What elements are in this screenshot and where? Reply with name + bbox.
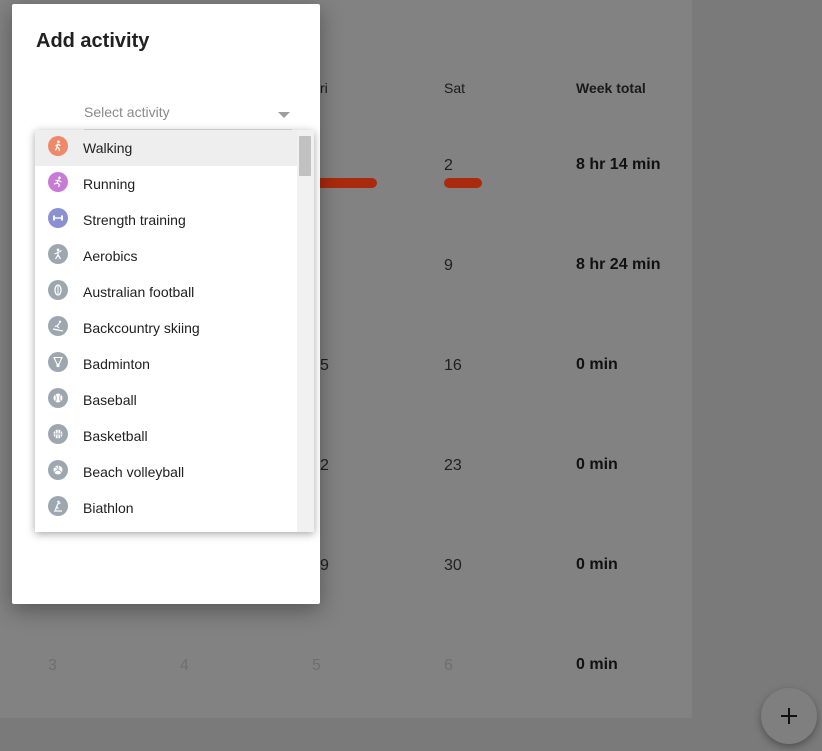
week-total-value: 0 min [576,456,618,473]
menu-item-badminton[interactable]: Badminton [35,346,297,382]
plus-icon [781,708,797,724]
day-cell[interactable]: 2 [444,157,453,175]
menu-item-aerobics[interactable]: Aerobics [35,238,297,274]
menu-item-australian-football[interactable]: Australian football [35,274,297,310]
activity-select-placeholder: Select activity [84,104,170,120]
menu-item-biathlon[interactable]: Biathlon [35,490,297,526]
menu-scrollbar-thumb[interactable] [299,136,311,176]
biathlon-icon [48,496,68,516]
day-cell[interactable]: 30 [444,557,462,575]
menu-item-label: Walking [83,140,133,156]
header-fri: ri [320,80,328,96]
menu-item-label: Australian football [83,284,195,300]
menu-scrollbar-track[interactable] [297,130,314,532]
running-icon [48,172,68,192]
menu-item-label: Basketball [83,428,148,444]
page-background-bottom [0,718,692,751]
activity-select[interactable]: Select activity [84,100,292,130]
menu-item-walking[interactable]: Walking [35,130,297,166]
header-week-total: Week total [576,80,646,96]
basketball-icon [48,424,68,444]
day-cell[interactable]: 2 [320,457,329,475]
chevron-down-icon [278,112,290,118]
menu-item-strength-training[interactable]: Strength training [35,202,297,238]
day-cell[interactable]: 6 [444,657,453,675]
menu-item-basketball[interactable]: Basketball [35,418,297,454]
menu-item-baseball[interactable]: Baseball [35,382,297,418]
baseball-icon [48,388,68,408]
menu-item-label: Beach volleyball [83,464,185,480]
day-cell[interactable]: 23 [444,457,462,475]
menu-item-label: Biathlon [83,500,134,516]
activity-bar-fri[interactable] [310,178,377,188]
day-cell[interactable]: 4 [180,657,189,675]
menu-item-running[interactable]: Running [35,166,297,202]
day-cell[interactable]: 9 [320,557,329,575]
menu-item-beach-volleyball[interactable]: Beach volleyball [35,454,297,490]
week-total-value: 0 min [576,356,618,373]
week-total-value: 0 min [576,656,618,673]
menu-item-label: Backcountry skiing [83,320,200,336]
menu-item-label: Baseball [83,392,137,408]
day-cell[interactable]: 9 [444,257,453,275]
activity-bar-sat[interactable] [444,178,482,188]
day-cell[interactable]: 5 [312,657,321,675]
walking-icon [48,136,68,156]
dialog-title: Add activity [36,30,150,52]
menu-item-label: Badminton [83,356,150,372]
menu-item-label: Strength training [83,212,186,228]
aerobics-icon [48,244,68,264]
week-total-value: 0 min [576,556,618,573]
dumbbell-icon [48,208,68,228]
day-cell[interactable]: 5 [320,357,329,375]
menu-item-backcountry-skiing[interactable]: Backcountry skiing [35,310,297,346]
skiing-icon [48,316,68,336]
day-cell[interactable]: 16 [444,357,462,375]
header-sat: Sat [444,80,466,96]
add-fab-button[interactable] [761,688,817,744]
shuttlecock-icon [48,352,68,372]
volleyball-icon [48,460,68,480]
day-cell[interactable]: 3 [48,657,57,675]
menu-item-label: Running [83,176,136,192]
week-total-value: 8 hr 14 min [576,156,661,173]
page-background [692,0,822,751]
menu-item-label: Aerobics [83,248,138,264]
activity-dropdown-menu: Walking Running Strength training Aerobi… [35,130,314,532]
week-total-value: 8 hr 24 min [576,256,661,273]
football-icon [48,280,68,300]
